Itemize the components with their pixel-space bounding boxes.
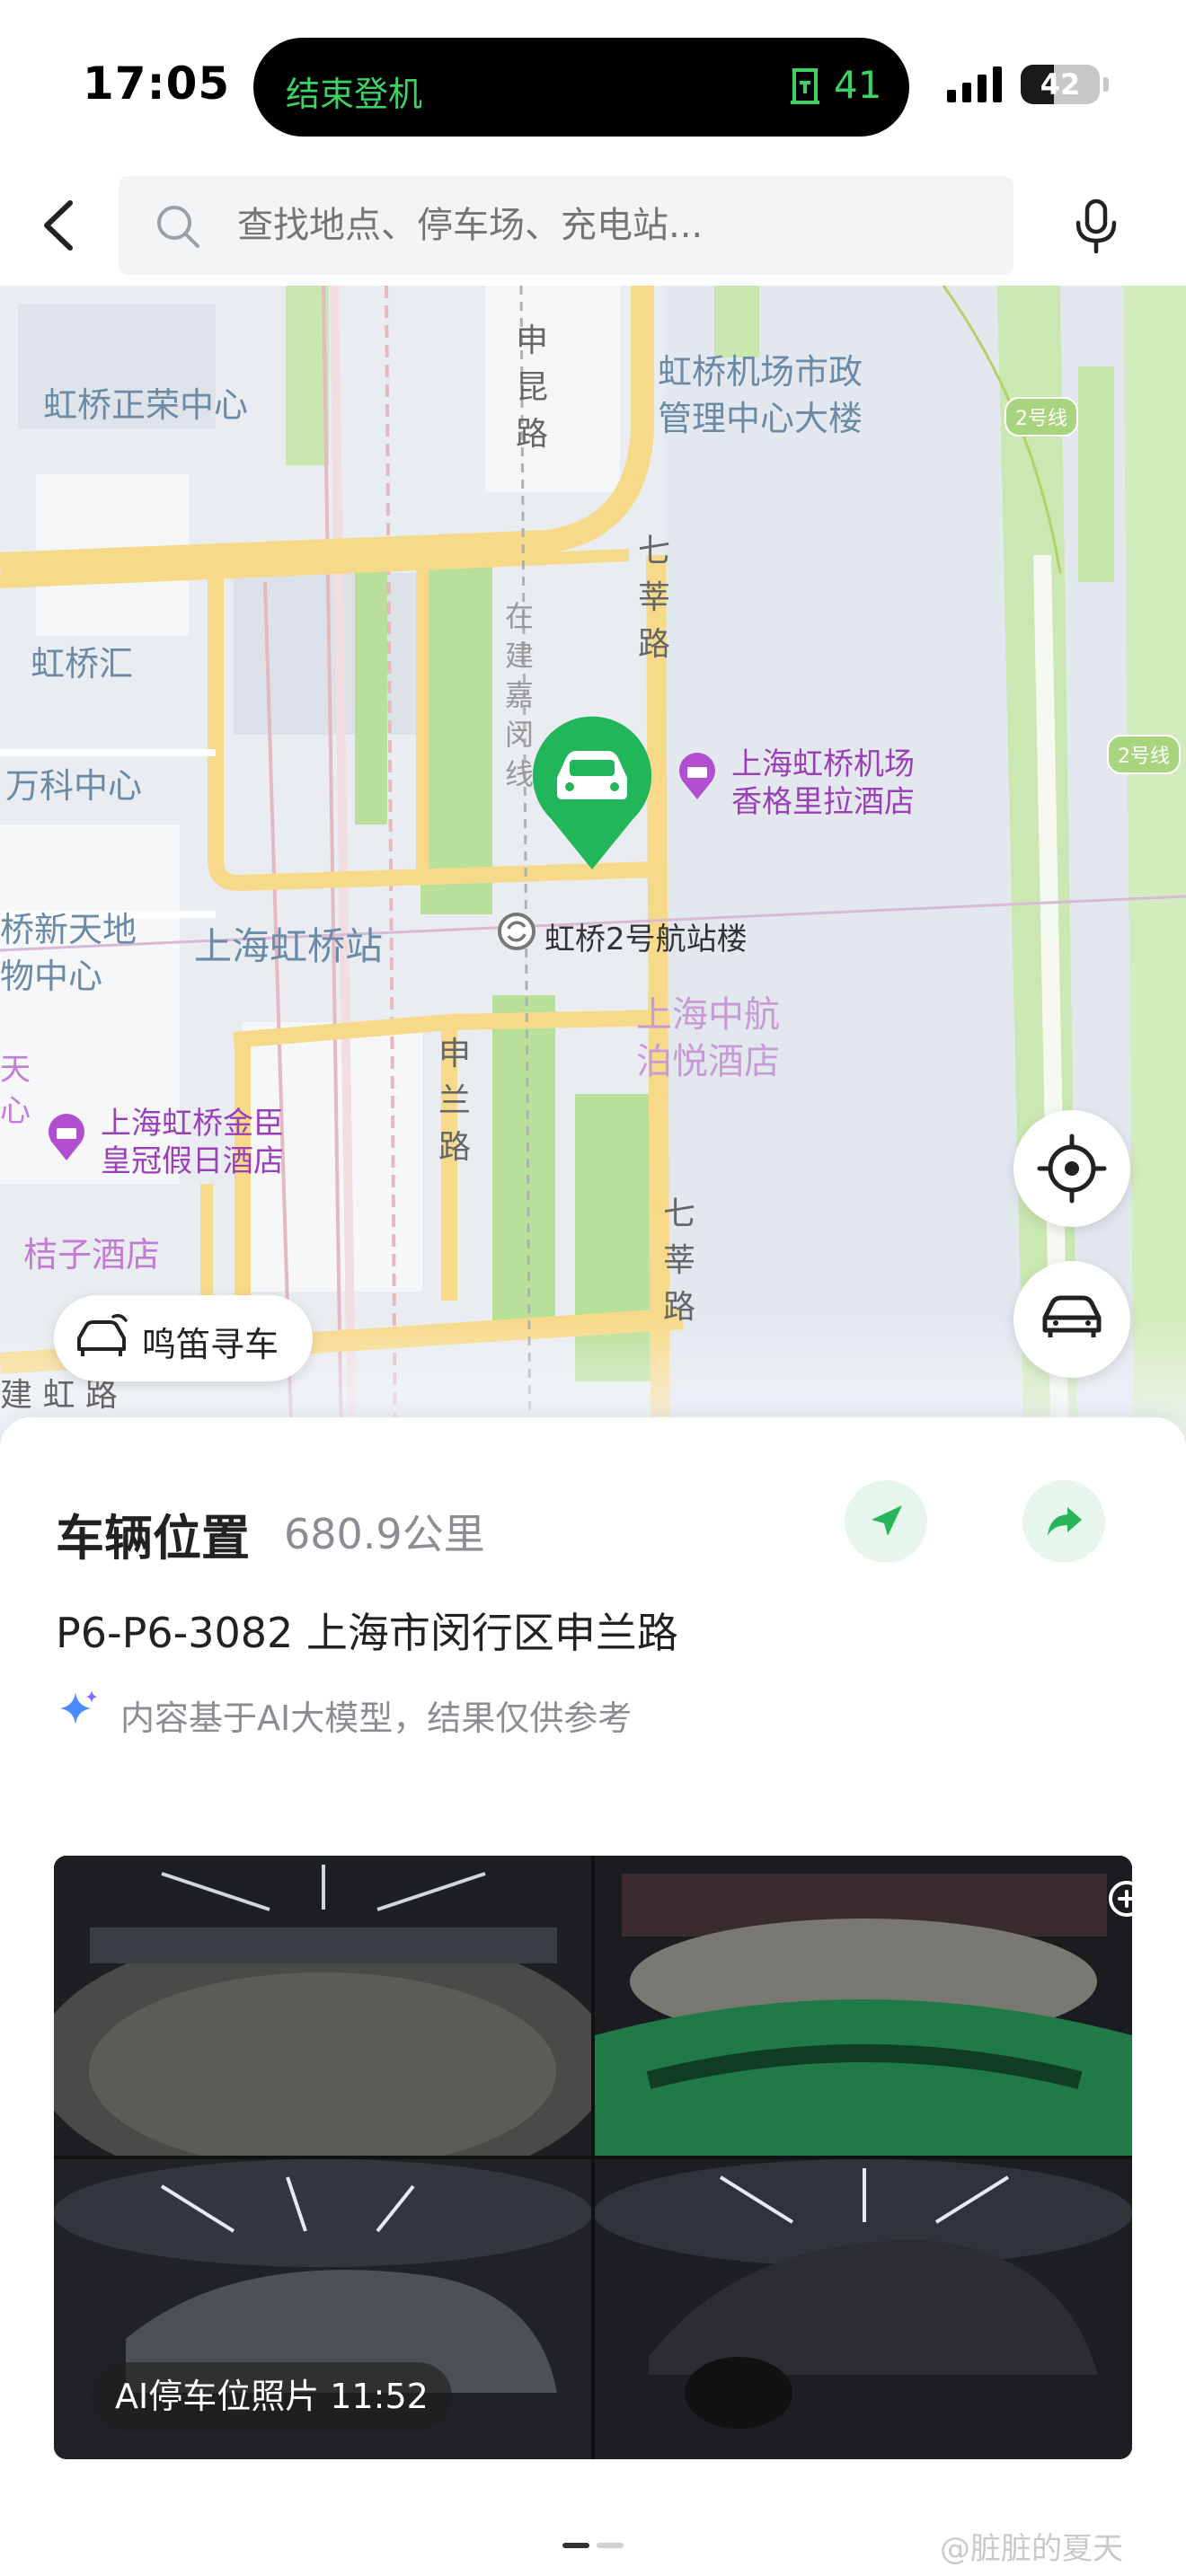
map-label-vanke-center: 万科中心 bbox=[5, 766, 143, 806]
map-label-tianxin: 天 心 bbox=[0, 1052, 31, 1129]
map-label-shenlan-road: 申兰路 bbox=[438, 1036, 471, 1166]
page-dot bbox=[597, 2543, 624, 2548]
battery-indicator: 42 bbox=[1021, 65, 1100, 104]
map-poi-avic-hotel[interactable]: 上海中航 泊悦酒店 bbox=[636, 992, 780, 1085]
map-label-zhengrong: 虹桥正荣中心 bbox=[43, 385, 249, 425]
gate-icon bbox=[787, 66, 823, 110]
parking-photo-right[interactable] bbox=[595, 2159, 1132, 2459]
metro-station-icon bbox=[498, 913, 535, 950]
map-label-hongqiao-hui: 虹桥汇 bbox=[31, 644, 134, 684]
honk-label: 鸣笛寻车 bbox=[142, 1325, 279, 1364]
map-poi-crowne-plaza[interactable]: 上海虹桥金臣 皇冠假日酒店 bbox=[101, 1105, 284, 1180]
map-label-airport-admin: 虹桥机场市政 管理中心大楼 bbox=[658, 352, 863, 438]
map-label-shenkun-road: 申昆路 bbox=[515, 322, 548, 453]
cellular-signal-icon bbox=[947, 66, 1005, 106]
metro-line2-badge: 2号线 bbox=[1005, 397, 1078, 437]
hotel-pin-icon bbox=[679, 753, 715, 799]
honk-to-find-car-button[interactable]: 鸣笛寻车 bbox=[54, 1295, 313, 1381]
map-label-qixin-road-north: 七莘路 bbox=[637, 533, 670, 663]
parking-photo-rear[interactable] bbox=[595, 1856, 1132, 2156]
chevron-left-icon bbox=[44, 200, 73, 251]
navigation-arrow-icon bbox=[872, 1505, 902, 1536]
navigate-button[interactable] bbox=[845, 1480, 927, 1563]
car-icon bbox=[1042, 1295, 1102, 1337]
battery-percent: 42 bbox=[1040, 67, 1081, 101]
search-bar[interactable] bbox=[119, 176, 1013, 275]
map-label-orange-hotel[interactable]: 桔子酒店 bbox=[23, 1236, 160, 1274]
status-bar: 17:05 结束登机 41 42 bbox=[0, 0, 1186, 171]
map-label-hongqiao-station: 上海虹桥站 bbox=[194, 924, 384, 968]
watermark: @脏脏的夏天 bbox=[940, 2531, 1123, 2567]
page-dot-active bbox=[562, 2543, 589, 2548]
photo-caption: AI停车位照片 11:52 bbox=[92, 2362, 452, 2430]
panel-title: 车辆位置 bbox=[56, 1510, 250, 1566]
car-honk-icon bbox=[77, 1313, 128, 1356]
map-poi-shangri-la[interactable]: 上海虹桥机场 香格里拉酒店 bbox=[731, 745, 915, 821]
microphone-icon bbox=[1075, 198, 1117, 254]
map-view[interactable]: 虹桥正荣中心 申昆路 虹桥机场市政 管理中心大楼 七莘路 虹桥汇 万科中心 在建… bbox=[0, 286, 1186, 1453]
share-arrow-icon bbox=[1048, 1507, 1082, 1536]
search-input[interactable] bbox=[237, 205, 956, 246]
page-indicator bbox=[562, 2543, 625, 2550]
ai-disclaimer: 内容基于AI大模型，结果仅供参考 bbox=[120, 1698, 633, 1738]
share-button[interactable] bbox=[1022, 1480, 1105, 1563]
parking-address: P6-P6-3082 上海市闵行区申兰路 bbox=[56, 1609, 678, 1657]
hotel-pin-icon bbox=[49, 1114, 84, 1160]
vehicle-location-panel: 车辆位置 680.9公里 P6-P6-3082 上海市闵行区申兰路 内容基于AI… bbox=[0, 1417, 1186, 2576]
map-label-tiandi: 桥新天地 bbox=[0, 910, 137, 949]
map-label-qixin-road-south: 七莘路 bbox=[662, 1195, 695, 1326]
island-boarding-status: 结束登机 bbox=[286, 75, 423, 114]
car-location-pin[interactable] bbox=[527, 711, 658, 871]
car-location-button[interactable] bbox=[1013, 1261, 1130, 1378]
parking-photo-front[interactable] bbox=[54, 1856, 591, 2156]
vehicle-distance: 680.9公里 bbox=[284, 1510, 485, 1558]
island-gate-number: 41 bbox=[834, 63, 882, 107]
search-icon bbox=[155, 203, 201, 253]
map-label-tiandi-mall: 物中心 bbox=[0, 957, 103, 996]
metro-line2-badge: 2号线 bbox=[1107, 735, 1181, 774]
status-time: 17:05 bbox=[83, 57, 231, 110]
parking-photo-grid[interactable]: AI停车位照片 11:52 bbox=[54, 1856, 1132, 2459]
voice-search-button[interactable] bbox=[1071, 198, 1121, 259]
map-label-terminal-2[interactable]: 虹桥2号航站楼 bbox=[544, 914, 748, 958]
battery-tip bbox=[1103, 77, 1109, 92]
ai-sparkle-icon bbox=[59, 1690, 97, 1725]
back-button[interactable] bbox=[34, 196, 84, 255]
locate-me-button[interactable] bbox=[1013, 1110, 1130, 1227]
crosshair-icon bbox=[1037, 1134, 1107, 1204]
